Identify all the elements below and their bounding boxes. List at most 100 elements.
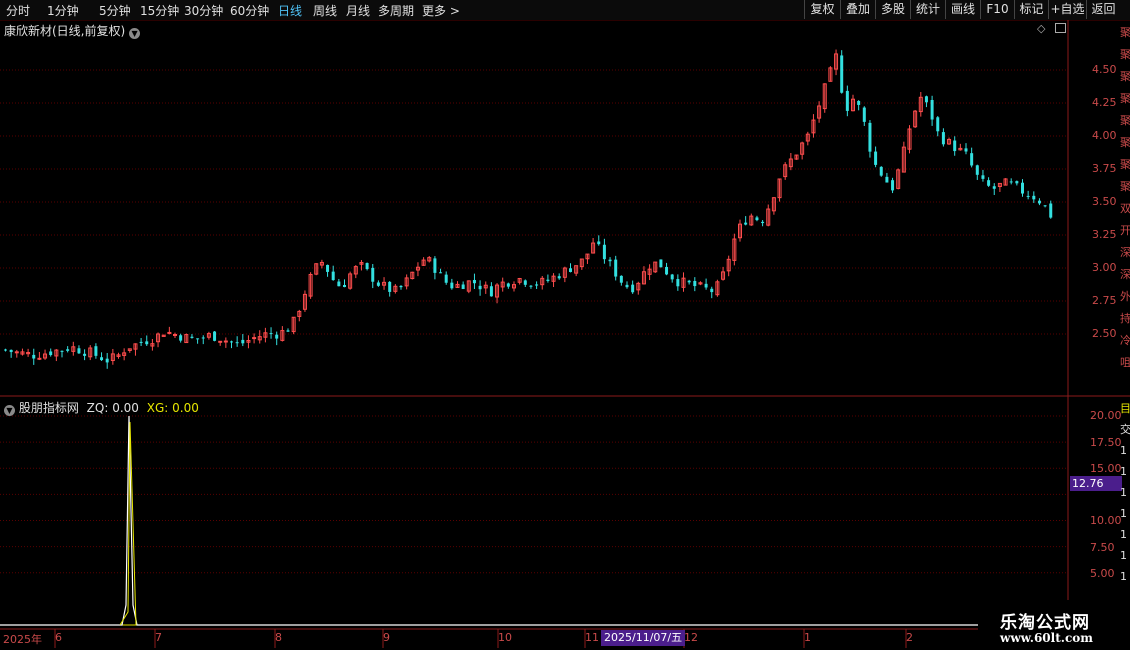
date-label: 2025年 <box>3 633 42 646</box>
candle-body-down <box>201 337 205 339</box>
candle-body-down <box>670 274 674 280</box>
stats-button[interactable]: 统计 <box>910 0 945 19</box>
candle-body-up <box>647 268 652 275</box>
period-weekly[interactable]: 周线 <box>313 2 337 19</box>
candle-body-down <box>275 334 279 339</box>
draw-button[interactable]: 画线 <box>945 0 980 19</box>
candle-body-up <box>156 333 161 343</box>
mark-button[interactable]: 标记 <box>1014 0 1048 19</box>
candle-body-up <box>681 277 686 288</box>
candle-body-down <box>924 96 928 103</box>
strip-char: 1 <box>1120 444 1127 457</box>
candle-body-up <box>512 284 516 289</box>
multi-stock-button[interactable]: 多股 <box>875 0 910 19</box>
strip-char: 双 <box>1120 202 1130 215</box>
period-multi[interactable]: 多周期 <box>378 2 414 19</box>
candle-body-down <box>326 264 330 272</box>
strip-char: 持 <box>1120 312 1130 325</box>
candle-body-up <box>133 343 138 350</box>
candle-body-down <box>105 358 109 363</box>
main-pane-title-row: 康欣新材(日线,前复权) ▼ <box>4 22 141 39</box>
candle-body-up <box>788 158 793 168</box>
candle-body-down <box>665 266 669 275</box>
candle-body-up <box>907 128 912 150</box>
period-15min[interactable]: 15分钟 <box>140 2 179 19</box>
zq-line <box>0 415 1068 626</box>
diamond-icon[interactable]: ◇ <box>1037 22 1045 35</box>
candle-body-up <box>641 271 646 285</box>
zq-value: ZQ: 0.00 <box>86 401 139 415</box>
overlay-button[interactable]: 叠加 <box>840 0 875 19</box>
candle-body-down <box>1021 182 1024 194</box>
period-more[interactable]: 更多 > <box>422 2 460 19</box>
strip-char: 1 <box>1120 549 1127 562</box>
strip-char: 聚 <box>1120 114 1130 127</box>
date-label: 2 <box>906 631 913 644</box>
candle-body-down <box>535 284 539 286</box>
candle-body-down <box>755 217 759 221</box>
strip-char: 咀 <box>1120 356 1130 369</box>
candle-body-down <box>569 268 572 272</box>
candle-body-down <box>523 280 527 285</box>
candle-body-up <box>252 337 257 340</box>
candle-body-down <box>631 284 635 293</box>
candle-body-down <box>874 151 878 165</box>
candle-body-up <box>167 331 172 334</box>
f10-button[interactable]: F10 <box>980 0 1014 19</box>
period-1min[interactable]: 1分钟 <box>47 2 79 19</box>
candle-body-down <box>489 286 493 297</box>
period-daily[interactable]: 日线 <box>278 2 302 19</box>
candle-body-up <box>574 265 579 274</box>
candle-body-down <box>1015 181 1019 184</box>
strip-char: 聚 <box>1120 136 1130 149</box>
window-toggle-icon[interactable] <box>1055 23 1066 33</box>
candle-body-down <box>687 280 691 283</box>
fuquan-button[interactable]: 复权 <box>804 0 840 19</box>
candle-body-down <box>83 353 87 356</box>
period-60min[interactable]: 60分钟 <box>230 2 269 19</box>
candle-body-down <box>388 281 392 292</box>
watermark: 乐淘公式网 www.60lt.com <box>978 600 1130 650</box>
period-fenshi[interactable]: 分时 <box>6 2 30 19</box>
candle-body-up <box>291 316 296 333</box>
candle-body-up <box>302 293 307 310</box>
candle-body-down <box>179 335 183 341</box>
candle-body-up <box>997 182 1002 187</box>
candle-body-down <box>472 279 476 284</box>
period-monthly[interactable]: 月线 <box>346 2 370 19</box>
candle-body-down <box>139 341 143 343</box>
candle-body-up <box>540 277 545 286</box>
candle-body-down <box>930 99 934 120</box>
candle-body-down <box>625 284 629 288</box>
period-30min[interactable]: 30分钟 <box>184 2 223 19</box>
candle-body-up <box>404 277 409 287</box>
candle-body-down <box>964 148 968 152</box>
y-tick: 4.50 <box>1092 63 1117 76</box>
strip-char: 1 <box>1120 507 1127 520</box>
candle-body-up <box>359 262 364 265</box>
strip-char: 聚 <box>1120 70 1130 83</box>
candle-body-down <box>659 259 663 268</box>
candle-body-down <box>941 132 945 145</box>
strip-char: 聚 <box>1120 180 1130 193</box>
chevron-down-icon[interactable]: ▼ <box>129 28 141 39</box>
candle-body-up <box>777 178 782 199</box>
xg-value: XG: 0.00 <box>146 401 199 415</box>
candle-body-down <box>100 357 104 361</box>
chevron-down-icon[interactable]: ▼ <box>4 405 15 416</box>
candle-body-up <box>161 334 166 337</box>
candle-body-down <box>704 283 708 288</box>
candle-body-down <box>557 276 561 279</box>
back-button[interactable]: 返回 <box>1086 0 1120 19</box>
strip-char: 1 <box>1120 465 1127 478</box>
strip-char: 1 <box>1120 528 1127 541</box>
add-watchlist-button[interactable]: +自选 <box>1048 0 1086 19</box>
candle-body-up <box>721 271 726 280</box>
candle-body-up <box>415 266 420 271</box>
candle-body-down <box>597 241 601 245</box>
candle-body-down <box>987 180 991 186</box>
strip-char: 聚 <box>1120 26 1130 39</box>
period-5min[interactable]: 5分钟 <box>99 2 131 19</box>
candle-body-up <box>297 310 302 317</box>
ind-y-tick: 10.00 <box>1090 514 1122 527</box>
